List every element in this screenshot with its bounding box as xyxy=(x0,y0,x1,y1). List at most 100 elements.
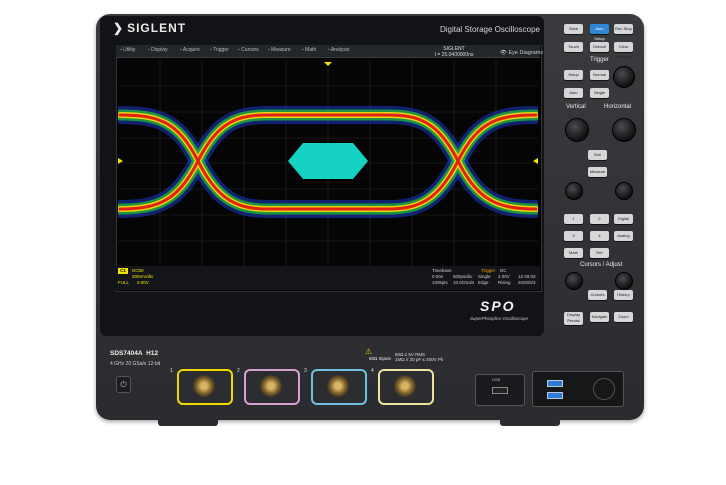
brand-label: SIGLENT xyxy=(127,21,187,35)
siglent-logo-icon: ❯ xyxy=(113,21,125,35)
spo-subtitle: SuperPhosphor Oscilloscope xyxy=(470,316,529,321)
default-button[interactable]: Default xyxy=(590,42,609,52)
run-stop-button[interactable]: Run Stop xyxy=(614,24,633,34)
save-button[interactable]: Save xyxy=(564,24,583,34)
horizontal-section-label: Horizontal xyxy=(604,104,632,110)
trigger-slope: Rising xyxy=(498,280,511,285)
bnc-connector-icon xyxy=(394,375,416,397)
front-panel-controls: Save Auto Setup Run Stop Touch Default C… xyxy=(558,22,638,332)
channel-2-number: 2 xyxy=(237,368,240,374)
menu-analysis[interactable]: Analysis xyxy=(328,47,350,53)
probe-compensation-terminal[interactable] xyxy=(593,378,615,400)
measure-button[interactable]: Measure xyxy=(588,167,607,177)
ch1-scale: 200mV/div xyxy=(132,274,154,279)
trigger-position-marker xyxy=(324,62,332,66)
channel-3-bnc-input[interactable] xyxy=(311,369,367,405)
menu-math[interactable]: Math xyxy=(302,47,316,53)
power-icon: ⏻ xyxy=(120,380,127,389)
cursors-adjust-label: Cursors / Adjust xyxy=(580,262,623,268)
waveform-grid xyxy=(118,61,538,266)
ch1-coupling: DC50 xyxy=(132,268,144,273)
model-label: SDS7404A H12 xyxy=(110,350,158,357)
spo-logo: SPO xyxy=(480,298,516,314)
trigger-label: Trigger xyxy=(481,268,496,273)
normal-button[interactable]: Normal xyxy=(590,70,609,80)
usb-label: USB xyxy=(492,377,501,382)
adjust-knob-left[interactable] xyxy=(565,272,583,290)
history-button[interactable]: History xyxy=(614,290,633,300)
analog-button[interactable]: Analog xyxy=(614,231,633,241)
vertical-scale-knob[interactable] xyxy=(565,118,589,142)
eye-diagram-button[interactable]: 👁 Eye Diagrams xyxy=(500,50,543,56)
channel-4-number: 4 xyxy=(371,368,374,374)
timebase-delay: 0.00s xyxy=(432,274,444,279)
adjust-knob-right[interactable] xyxy=(615,272,633,290)
power-button[interactable]: ⏻ xyxy=(116,376,131,393)
ch1-mode: FULL xyxy=(118,280,130,285)
model-spec: 4 GHz 20 GSa/s 12-bit xyxy=(110,361,161,367)
horizontal-position-knob[interactable] xyxy=(615,182,633,200)
math-button[interactable]: Math xyxy=(564,248,583,258)
trigger-mode: Single xyxy=(478,274,491,279)
trigger-position-readout: SIGLENT t = 25.0400000ns xyxy=(430,46,478,58)
right-foot xyxy=(500,416,560,426)
usb-host-port-2[interactable] xyxy=(547,392,563,399)
horizontal-scale-knob[interactable] xyxy=(612,118,636,142)
channel-3-button[interactable]: 3 xyxy=(564,231,583,241)
channel-2-bnc-input[interactable] xyxy=(244,369,300,405)
auto-setup-button[interactable]: Auto Setup xyxy=(590,24,609,41)
auto-trigger-button[interactable]: Auto xyxy=(564,88,583,98)
clear-sweeps-button[interactable]: Clear Sweeps xyxy=(614,42,633,59)
warning-icon: ⚠ xyxy=(365,347,373,356)
usb-device-port[interactable] xyxy=(492,387,508,394)
brand-logo: ❯ SIGLENT xyxy=(113,21,186,35)
menu-acquire[interactable]: Acquire xyxy=(180,47,200,53)
bnc-connector-icon xyxy=(327,375,349,397)
left-foot xyxy=(158,416,218,426)
channel-3-number: 3 xyxy=(304,368,307,374)
usb-host-port-1[interactable] xyxy=(547,380,563,387)
input-spec: 50Ω ≤ 5V RMS 1MΩ // 20 pF ≤ 400V Pk xyxy=(395,352,445,362)
channel-1-number: 1 xyxy=(170,368,173,374)
trigger-time-value: t = 25.0400000ns xyxy=(434,52,474,58)
menu-display[interactable]: Display xyxy=(148,47,167,53)
navigate-button[interactable]: Navigate xyxy=(590,312,609,322)
zoom-button[interactable]: Zoom xyxy=(614,312,633,322)
trigger-level-knob[interactable] xyxy=(613,66,635,88)
ch1-badge[interactable]: C1 xyxy=(118,268,128,274)
menu-trigger[interactable]: Trigger xyxy=(210,47,229,53)
trigger-section-label: Trigger xyxy=(590,57,609,63)
memory-depth: 100kpts xyxy=(432,280,448,285)
eye-diagram-label: Eye Diagrams xyxy=(508,50,544,56)
status-bar xyxy=(116,266,540,290)
digital-button[interactable]: Digital xyxy=(614,214,633,224)
setup-button[interactable]: Setup xyxy=(564,70,583,80)
device-title: Digital Storage Oscilloscope xyxy=(439,25,540,34)
usb-host-panel xyxy=(532,371,624,407)
channel-4-bnc-input[interactable] xyxy=(378,369,434,405)
cursors-button[interactable]: Cursors xyxy=(588,290,607,300)
ref-button[interactable]: Ref xyxy=(590,248,609,258)
menu-utility[interactable]: Utility xyxy=(120,47,135,53)
trigger-coupling: DC xyxy=(500,268,507,273)
single-button[interactable]: Single xyxy=(590,88,609,98)
trigger-type: Edge xyxy=(478,280,489,285)
usb-port-panel: USB xyxy=(475,374,525,406)
touch-button[interactable]: Touch xyxy=(564,42,583,52)
roll-button[interactable]: Roll xyxy=(588,150,607,160)
menu-measure[interactable]: Measure xyxy=(268,47,290,53)
menu-cursors[interactable]: Cursors xyxy=(238,47,259,53)
channel-1-button[interactable]: 1 xyxy=(564,214,583,224)
channel-1-bnc-input[interactable] xyxy=(177,369,233,405)
clock-date: 2020/6/3 xyxy=(518,280,536,285)
vertical-position-knob[interactable] xyxy=(565,182,583,200)
display-persist-button[interactable]: Display Persist xyxy=(564,312,583,325)
input-spec-line-2: 1MΩ // 20 pF ≤ 400V Pk xyxy=(395,357,444,362)
timebase-label: Timebase xyxy=(432,268,452,273)
channel-4-button[interactable]: 4 xyxy=(590,231,609,241)
channel-2-button[interactable]: 2 xyxy=(590,214,609,224)
clock-time: 12:49:03 xyxy=(518,274,536,279)
timebase-scale: 500ps/div xyxy=(453,274,473,279)
input-impedance-label: 50Ω Inputs xyxy=(369,356,391,361)
ch1-offset: 0.00V xyxy=(137,280,149,285)
